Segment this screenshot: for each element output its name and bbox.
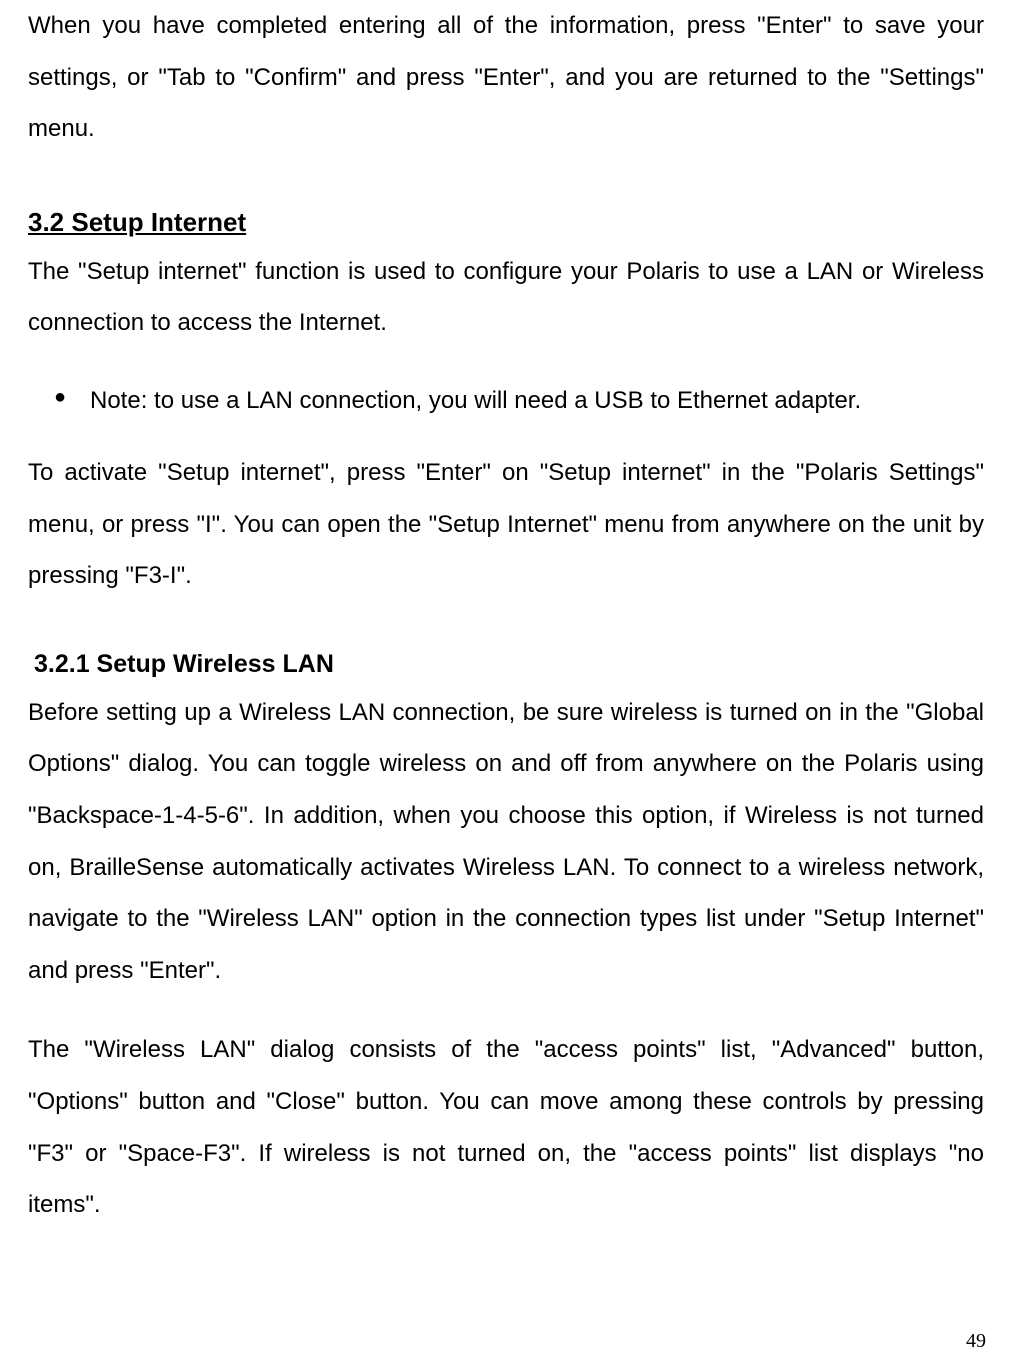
section-3-2-1-para-1: Before setting up a Wireless LAN connect… <box>28 687 984 997</box>
page-number: 49 <box>966 1330 986 1353</box>
section-3-2-para-2: To activate "Setup internet", press "Ent… <box>28 447 984 602</box>
section-3-2-para-1: The "Setup internet" function is used to… <box>28 246 984 349</box>
note-list: Note: to use a LAN connection, you will … <box>28 377 984 425</box>
note-item: Note: to use a LAN connection, you will … <box>28 377 984 425</box>
heading-3-2-1: 3.2.1 Setup Wireless LAN <box>28 650 984 679</box>
heading-3-2: 3.2 Setup Internet <box>28 207 984 238</box>
document-content: When you have completed entering all of … <box>28 0 984 1231</box>
intro-paragraph: When you have completed entering all of … <box>28 0 984 155</box>
section-3-2-1-para-2: The "Wireless LAN" dialog consists of th… <box>28 1024 984 1230</box>
